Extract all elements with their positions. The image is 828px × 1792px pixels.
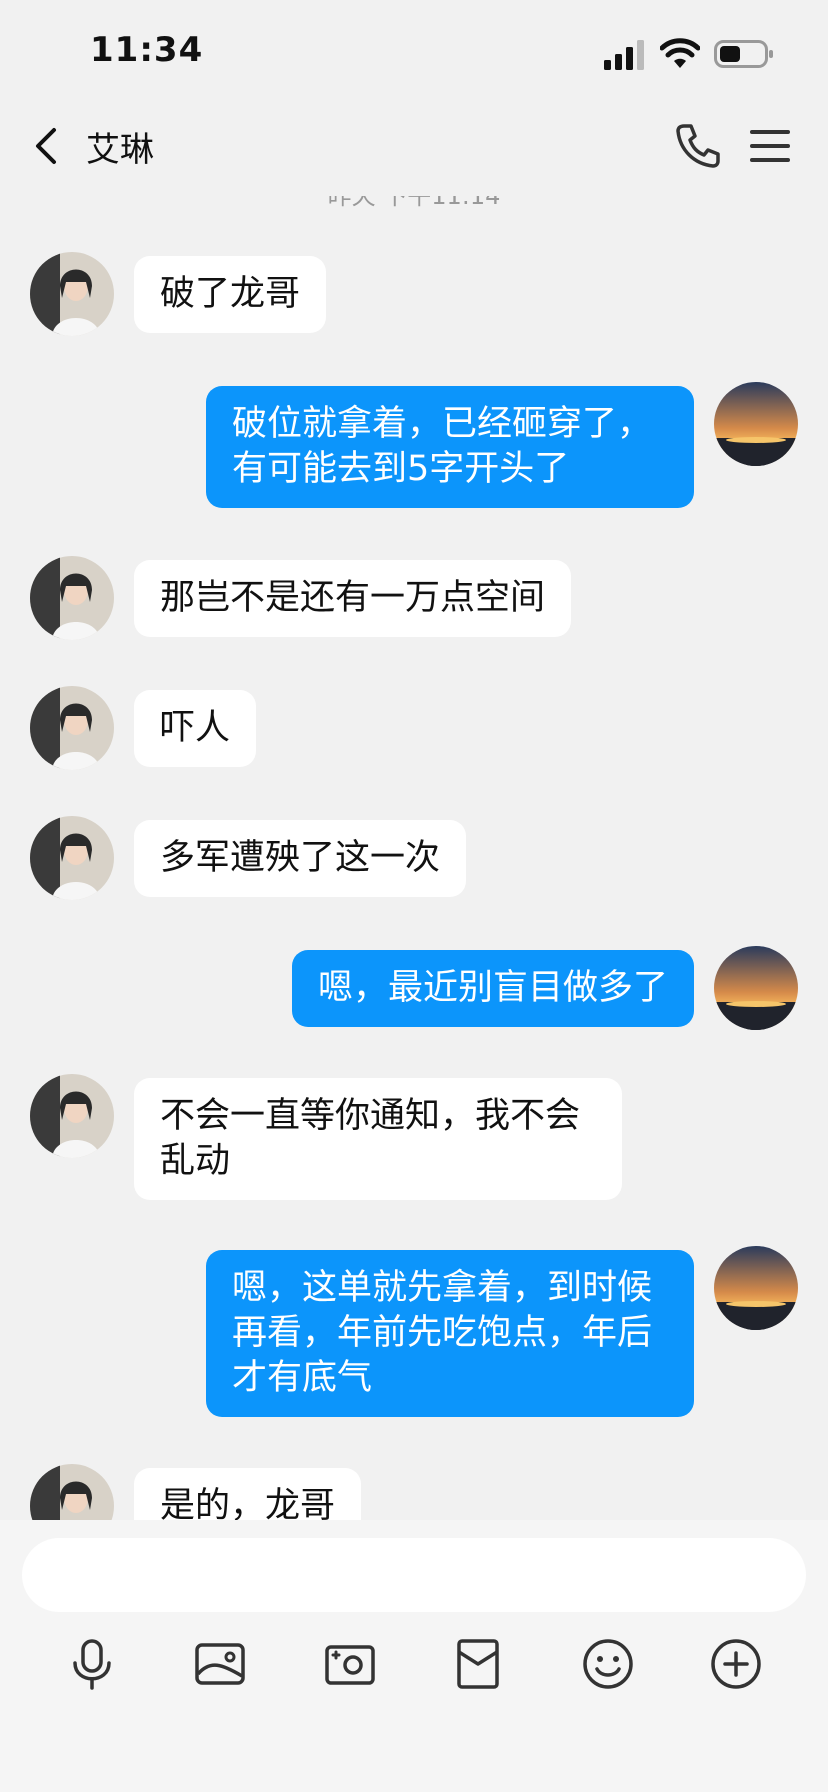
incoming-message[interactable]: 不会一直等你通知，我不会乱动 (134, 1078, 622, 1200)
wifi-icon (660, 38, 700, 68)
chat-header: 艾琳 (0, 96, 828, 196)
message-input[interactable] (22, 1538, 806, 1612)
plus-icon[interactable] (708, 1636, 764, 1692)
contact-name[interactable]: 艾琳 (86, 122, 154, 171)
incoming-message[interactable]: 那岂不是还有一万点空间 (134, 560, 572, 637)
back-chevron-icon[interactable] (26, 118, 70, 174)
outgoing-message[interactable]: 嗯，这单就先拿着，到时候再看，年前先吃饱点，年后才有底气 (206, 1250, 694, 1417)
chat-message-list[interactable]: 昨天 下午11:14 破了龙哥 破位就拿着，已经砸穿了，有可能去到5字开头了 那… (0, 170, 828, 1520)
user-avatar[interactable] (714, 382, 798, 466)
contact-avatar[interactable] (30, 1074, 114, 1158)
contact-avatar[interactable] (30, 686, 114, 770)
contact-avatar[interactable] (30, 556, 114, 640)
red-packet-icon[interactable] (450, 1636, 506, 1692)
contact-avatar[interactable] (30, 252, 114, 336)
cellular-signal-icon (604, 40, 644, 70)
incoming-message[interactable]: 是的，龙哥 (134, 1468, 362, 1520)
incoming-message[interactable]: 吓人 (134, 690, 257, 767)
contact-avatar[interactable] (30, 1464, 114, 1520)
user-avatar[interactable] (714, 1246, 798, 1330)
status-time: 11:34 (90, 30, 204, 70)
microphone-icon[interactable] (64, 1636, 120, 1692)
status-bar: 11:34 (0, 0, 828, 96)
incoming-message[interactable]: 多军遭殃了这一次 (134, 820, 467, 897)
emoji-icon[interactable] (580, 1636, 636, 1692)
image-icon[interactable] (192, 1636, 248, 1692)
contact-avatar[interactable] (30, 816, 114, 900)
incoming-message[interactable]: 破了龙哥 (134, 256, 327, 333)
outgoing-message[interactable]: 破位就拿着，已经砸穿了，有可能去到5字开头了 (206, 386, 694, 508)
battery-icon (714, 40, 773, 68)
menu-icon[interactable] (748, 126, 792, 166)
input-area (0, 1520, 828, 1792)
phone-call-icon[interactable] (674, 120, 722, 170)
camera-icon[interactable] (322, 1636, 378, 1692)
outgoing-message[interactable]: 嗯，最近别盲目做多了 (291, 950, 694, 1027)
user-avatar[interactable] (714, 946, 798, 1030)
